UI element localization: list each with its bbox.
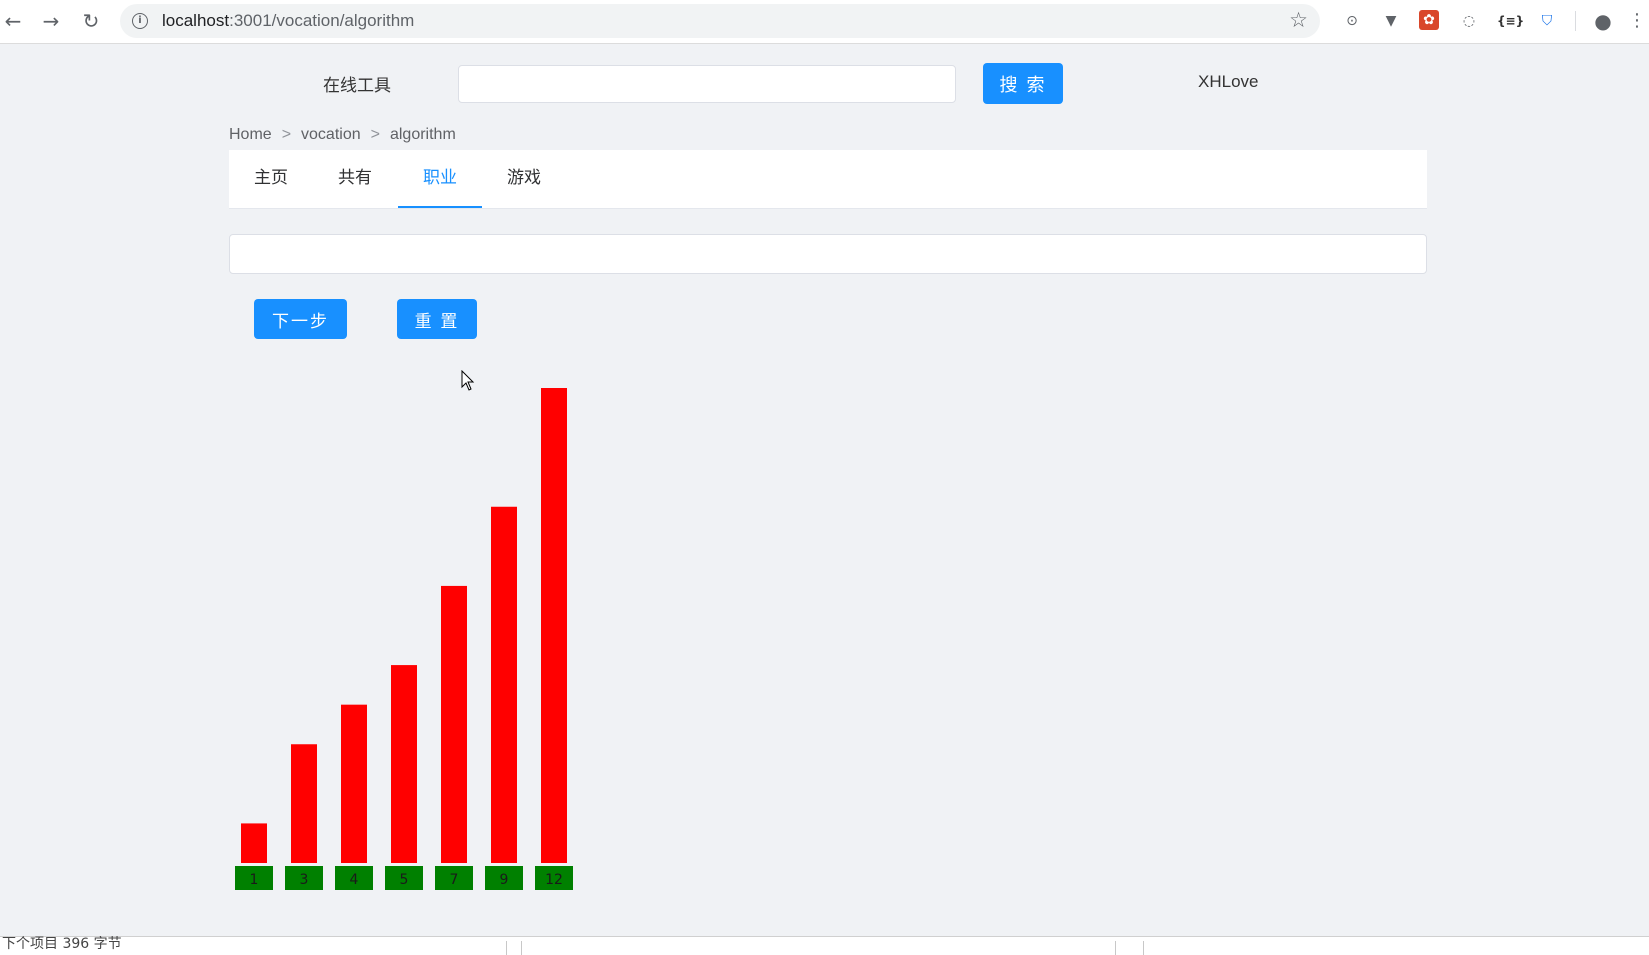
value-label-3: 3 (300, 872, 309, 888)
menu-icon[interactable]: ⋮ (1626, 10, 1648, 32)
breadcrumb-vocation[interactable]: vocation (301, 126, 361, 143)
bar-9 (491, 506, 517, 863)
value-box-7 (435, 866, 473, 890)
bar-4 (341, 704, 367, 863)
address-bar[interactable]: i localhost:3001/vocation/algorithm ☆ (120, 4, 1320, 38)
tab-vocation[interactable]: 职业 (398, 150, 482, 208)
value-label-4: 4 (350, 872, 359, 888)
value-label-1: 1 (250, 872, 259, 888)
browser-toolbar: ← → ↻ i localhost:3001/vocation/algorith… (0, 0, 1649, 44)
breadcrumb-algorithm: algorithm (389, 126, 456, 143)
back-icon[interactable]: ← (0, 8, 26, 34)
url-host: localhost (162, 11, 230, 30)
bar-12 (541, 388, 567, 863)
bar-7 (441, 585, 467, 863)
value-label-12: 12 (545, 872, 563, 888)
value-label-9: 9 (500, 872, 509, 888)
url-path: :3001/vocation/algorithm (229, 11, 415, 30)
status-divider (1143, 941, 1144, 955)
value-label-7: 7 (450, 872, 459, 888)
next-step-button[interactable]: 下一步 (254, 299, 347, 339)
shield-icon[interactable]: ⛉ (1536, 10, 1558, 32)
bar-3 (291, 744, 317, 863)
extension-icon-2[interactable]: ▼ (1380, 10, 1402, 32)
forward-icon[interactable]: → (38, 8, 64, 34)
breadcrumb-separator: > (370, 126, 380, 143)
profile-icon[interactable]: ● (1592, 10, 1614, 32)
url-text: localhost:3001/vocation/algorithm (162, 11, 414, 31)
status-divider (1115, 941, 1116, 955)
breadcrumb-home[interactable]: Home (229, 126, 272, 143)
tab-games[interactable]: 游戏 (482, 150, 566, 208)
value-box-9 (485, 866, 523, 890)
array-input[interactable] (229, 234, 1427, 274)
extension-icon-5[interactable]: {≡} (1497, 10, 1524, 32)
breadcrumb: Home > vocation > algorithm (229, 126, 456, 144)
bar-1 (241, 823, 267, 863)
site-brand[interactable]: 在线工具 (323, 71, 391, 96)
star-icon[interactable]: ☆ (1289, 8, 1308, 32)
reload-icon[interactable]: ↻ (78, 8, 104, 34)
mouse-cursor-icon (461, 370, 475, 391)
status-text: 下个项目 396 字节 (2, 936, 122, 952)
info-icon[interactable]: i (132, 13, 148, 29)
value-box-12 (535, 866, 573, 890)
value-label-5: 5 (400, 872, 409, 888)
breadcrumb-separator: > (281, 126, 292, 143)
value-box-4 (335, 866, 373, 890)
extension-icon-4[interactable]: ◌ (1458, 10, 1480, 32)
status-divider (521, 941, 522, 955)
status-strip (0, 936, 1649, 955)
tab-bar: 主页 共有 职业 游戏 (229, 150, 1427, 209)
tab-home[interactable]: 主页 (229, 150, 313, 208)
reset-button[interactable]: 重 置 (397, 299, 477, 339)
value-box-3 (285, 866, 323, 890)
tab-shared[interactable]: 共有 (313, 150, 397, 208)
value-box-1 (235, 866, 273, 890)
header-search-input[interactable] (458, 65, 956, 103)
extension-icon-3[interactable]: ✿ (1419, 10, 1439, 30)
value-box-5 (385, 866, 423, 890)
bar-5 (391, 665, 417, 863)
status-divider (506, 941, 507, 955)
extension-icon-1[interactable]: ⊙ (1341, 10, 1363, 32)
search-button[interactable]: 搜 索 (983, 63, 1063, 104)
toolbar-divider (1575, 11, 1576, 31)
user-name[interactable]: XHLove (1198, 72, 1258, 92)
